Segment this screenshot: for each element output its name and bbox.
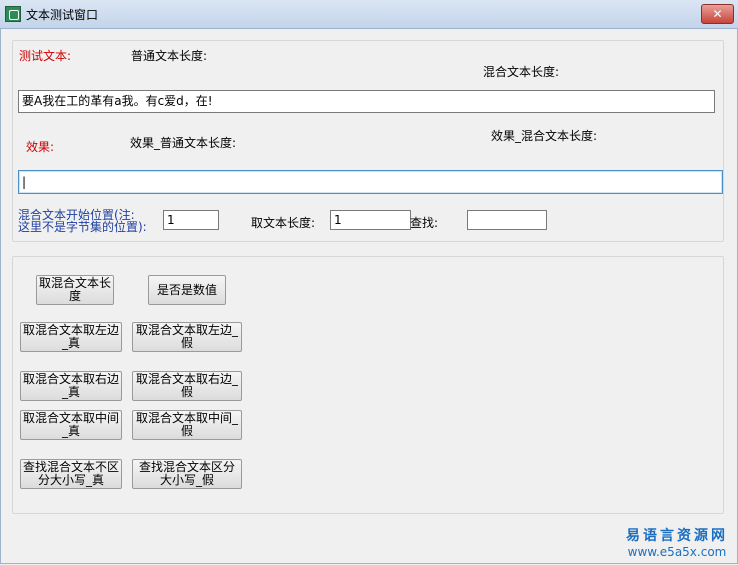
close-button[interactable]: ✕ — [701, 4, 734, 24]
watermark: 易语言资源网 www.e5a5x.com — [626, 525, 728, 559]
effect-normal-length-label: 效果_普通文本长度: — [130, 136, 237, 150]
window-title: 文本测试窗口 — [26, 8, 99, 22]
effect-text-input[interactable]: | — [18, 170, 723, 194]
test-text-input[interactable]: 要A我在工的革有a我。有c爱d，在! — [18, 90, 715, 113]
mid-false-button[interactable]: 取混合文本取中间_假 — [132, 410, 242, 440]
find-insensitive-button[interactable]: 查找混合文本不区分大小写_真 — [20, 459, 122, 489]
mixed-length-label: 混合文本长度: — [483, 65, 560, 79]
mid-true-button[interactable]: 取混合文本取中间_真 — [20, 410, 122, 440]
title-bar: 文本测试窗口 ✕ — [0, 0, 738, 29]
find-label: 查找: — [410, 216, 439, 230]
test-text-label: 测试文本: — [19, 49, 72, 63]
effect-label: 效果: — [26, 140, 55, 154]
start-position-label: 混合文本开始位置(注: 这里不是字节集的位置): — [18, 209, 147, 233]
take-length-label: 取文本长度: — [251, 216, 316, 230]
watermark-title: 易语言资源网 — [626, 528, 728, 544]
find-input[interactable] — [467, 210, 547, 230]
watermark-url: www.e5a5x.com — [627, 545, 727, 559]
right-false-button[interactable]: 取混合文本取右边_假 — [132, 371, 242, 401]
left-true-button[interactable]: 取混合文本取左边_真 — [20, 322, 122, 352]
right-true-button[interactable]: 取混合文本取右边_真 — [20, 371, 122, 401]
start-position-input[interactable]: 1 — [163, 210, 219, 230]
mixed-length-button[interactable]: 取混合文本长度 — [36, 275, 114, 305]
take-length-input[interactable]: 1 — [330, 210, 411, 230]
find-sensitive-button[interactable]: 查找混合文本区分大小写_假 — [132, 459, 242, 489]
effect-mixed-length-label: 效果_混合文本长度: — [491, 129, 598, 143]
left-false-button[interactable]: 取混合文本取左边_假 — [132, 322, 242, 352]
app-icon — [5, 6, 21, 22]
start-position-label-line2: 这里不是字节集的位置): — [18, 220, 147, 234]
is-numeric-button[interactable]: 是否是数值 — [148, 275, 226, 305]
normal-length-label: 普通文本长度: — [131, 49, 208, 63]
